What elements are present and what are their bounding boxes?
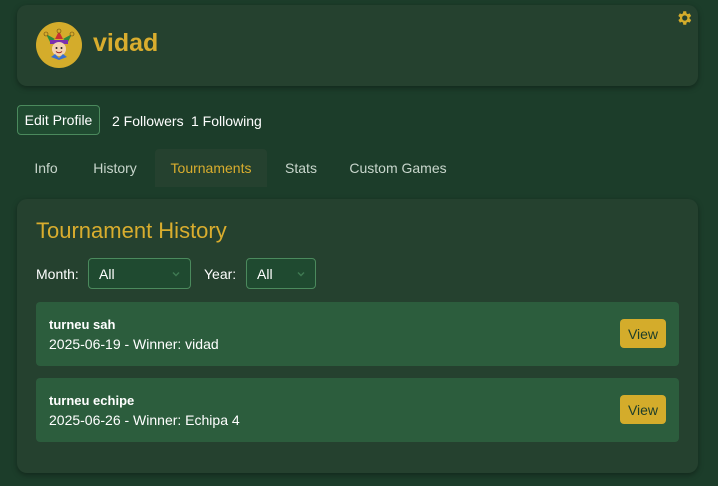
year-select[interactable]: All (246, 258, 316, 289)
view-button[interactable]: View (620, 395, 666, 424)
tab-stats[interactable]: Stats (274, 149, 328, 187)
tab-history[interactable]: History (80, 149, 150, 187)
tab-info[interactable]: Info (17, 149, 75, 187)
gear-icon[interactable] (675, 9, 693, 27)
tournament-meta: 2025-06-26 - Winner: Echipa 4 (49, 412, 240, 428)
username: vidad (93, 29, 159, 57)
tournament-name: turneu sah (49, 317, 116, 332)
tournament-meta: 2025-06-19 - Winner: vidad (49, 336, 219, 352)
chevron-down-icon (172, 272, 180, 277)
chevron-down-icon (297, 272, 305, 277)
view-button[interactable]: View (620, 319, 666, 348)
tournament-name: turneu echipe (49, 393, 135, 408)
panel-title: Tournament History (36, 218, 227, 243)
year-label: Year: (204, 266, 237, 282)
avatar[interactable] (36, 22, 82, 68)
followers-count[interactable]: 2 Followers (112, 113, 184, 129)
tournament-panel: Tournament History Month: All Year: All … (17, 199, 698, 473)
tournament-row: turneu echipe 2025-06-26 - Winner: Echip… (36, 378, 679, 442)
tournament-row: turneu sah 2025-06-19 - Winner: vidad Vi… (36, 302, 679, 366)
following-count[interactable]: 1 Following (191, 113, 262, 129)
month-label: Month: (36, 266, 79, 282)
month-value: All (99, 265, 115, 282)
tab-tournaments[interactable]: Tournaments (155, 149, 267, 187)
month-select[interactable]: All (88, 258, 191, 289)
edit-profile-button[interactable]: Edit Profile (17, 105, 100, 135)
tab-custom-games[interactable]: Custom Games (339, 149, 457, 187)
year-value: All (257, 265, 273, 282)
jester-icon (43, 28, 75, 60)
profile-card: vidad (17, 5, 698, 86)
